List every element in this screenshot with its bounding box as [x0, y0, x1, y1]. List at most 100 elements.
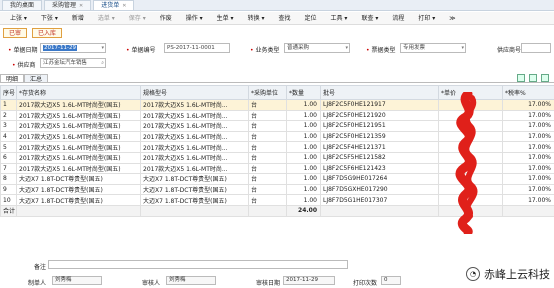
cell-name[interactable]: 大迈X7 1.8T-DCT尊贵型(国五) — [16, 183, 141, 196]
col-header-no[interactable]: 序号 — [0, 85, 17, 100]
search-icon[interactable]: ⌕ — [101, 59, 104, 67]
cell-unit[interactable]: 台 — [248, 151, 287, 164]
cell-spec[interactable]: 2017款大迈X5 1.6L-MT时尚... — [140, 120, 249, 132]
supplier-field[interactable]: 江苏金坛汽车销售 ⌕ — [40, 58, 106, 68]
col-header-name[interactable]: *存货名称 — [16, 85, 141, 100]
cell-spec[interactable]: 2017款大迈X5 1.6L-MT时尚... — [140, 99, 249, 111]
cell-unit[interactable]: 台 — [248, 120, 287, 132]
export-icon[interactable] — [517, 74, 525, 82]
cell-name[interactable]: 2017款大迈X5 1.6L-MT时尚型(国五) — [16, 151, 141, 164]
menu-item[interactable]: 作废 — [153, 12, 179, 25]
date-field[interactable]: 2017-11-29 ▾ — [40, 43, 106, 53]
cell-name[interactable]: 2017款大迈X5 1.6L-MT时尚型(国五) — [16, 130, 141, 143]
cell-no[interactable]: 10 — [0, 194, 17, 206]
cell-name[interactable]: 大迈X7 1.8T-DCT尊贵型(国五) — [16, 173, 141, 185]
cell-tax[interactable]: 17.00% — [502, 151, 554, 164]
cell-unit[interactable]: 台 — [248, 99, 287, 111]
cell-batch[interactable]: LJ8F7D5G9HE017264 — [320, 173, 439, 185]
cell-spec[interactable]: 2017款大迈X5 1.6L-MT时尚... — [140, 141, 249, 153]
cell-name[interactable]: 2017款大迈X5 1.6L-MT时尚型(国五) — [16, 99, 141, 111]
cell-batch[interactable]: LJ8F7D5GXHE017290 — [320, 183, 439, 196]
menu-item[interactable]: 操作 ▾ — [179, 12, 210, 25]
menu-item[interactable]: 查找 — [271, 12, 297, 25]
cell-unit[interactable]: 台 — [248, 130, 287, 143]
ticket-select[interactable]: 专用发票 ▾ — [400, 43, 466, 53]
cell-batch[interactable]: LJ8F2C5F0HE121917 — [320, 99, 439, 111]
col-header-unit[interactable]: *采购单位 — [248, 85, 287, 100]
cell-qty[interactable]: 1.00 — [286, 194, 321, 206]
cell-unit[interactable]: 台 — [248, 173, 287, 185]
cell-name[interactable]: 2017款大迈X5 1.6L-MT时尚型(国五) — [16, 120, 141, 132]
cell-spec[interactable]: 大迈X7 1.8T-DCT尊贵型(国五) — [140, 183, 249, 196]
cell-tax[interactable]: 17.00% — [502, 141, 554, 153]
cell-unit[interactable]: 台 — [248, 194, 287, 206]
cell-name[interactable]: 2017款大迈X5 1.6L-MT时尚型(国五) — [16, 162, 141, 175]
cell-unit[interactable]: 台 — [248, 141, 287, 153]
settings-icon[interactable] — [541, 74, 549, 82]
menu-item[interactable]: 工具 ▾ — [324, 12, 355, 25]
cell-unit[interactable]: 台 — [248, 109, 287, 122]
cell-no[interactable]: 4 — [0, 130, 17, 143]
cell-qty[interactable]: 1.00 — [286, 173, 321, 185]
cell-tax[interactable]: 17.00% — [502, 173, 554, 185]
cell-qty[interactable]: 1.00 — [286, 130, 321, 143]
cell-spec[interactable]: 2017款大迈X5 1.6L-MT时尚... — [140, 109, 249, 122]
close-icon[interactable]: ✕ — [122, 1, 126, 11]
cell-no[interactable]: 7 — [0, 162, 17, 175]
cell-no[interactable]: 2 — [0, 109, 17, 122]
cell-name[interactable]: 2017款大迈X5 1.6L-MT时尚型(国五) — [16, 141, 141, 153]
menu-item[interactable]: 保存 ▾ — [122, 12, 153, 25]
tab-desktop[interactable]: 我的桌面 — [2, 0, 43, 10]
menu-item[interactable]: 联查 ▾ — [354, 12, 385, 25]
cell-batch[interactable]: LJ8F2C5F0HE121920 — [320, 109, 439, 122]
tab-receipt[interactable]: 进货单 ✕ — [93, 0, 135, 11]
close-icon[interactable]: ✕ — [79, 1, 83, 11]
tab-detail[interactable]: 明细 — [0, 74, 25, 83]
chevron-down-icon[interactable]: ▾ — [345, 44, 348, 52]
cell-batch[interactable]: LJ8F2C5F4HE121371 — [320, 141, 439, 153]
cell-qty[interactable]: 1.00 — [286, 99, 321, 111]
supplier-no-field[interactable] — [521, 43, 551, 53]
cell-batch[interactable]: LJ8F2C5F6HE121423 — [320, 162, 439, 175]
remark-field[interactable] — [48, 260, 348, 269]
col-header-batch[interactable]: 批号 — [320, 85, 439, 100]
cell-spec[interactable]: 大迈X7 1.8T-DCT尊贵型(国五) — [140, 173, 249, 185]
cell-spec[interactable]: 2017款大迈X5 1.6L-MT时尚... — [140, 151, 249, 164]
cell-batch[interactable]: LJ8F2C5F5HE121582 — [320, 151, 439, 164]
col-header-spec[interactable]: 规格型号 — [140, 85, 249, 100]
menu-item[interactable]: 生单 ▾ — [210, 12, 241, 25]
cell-no[interactable]: 9 — [0, 183, 17, 196]
cell-qty[interactable]: 1.00 — [286, 151, 321, 164]
refresh-icon[interactable] — [529, 74, 537, 82]
cell-tax[interactable]: 17.00% — [502, 194, 554, 206]
cell-qty[interactable]: 1.00 — [286, 120, 321, 132]
biztype-select[interactable]: 普通采购 ▾ — [284, 43, 350, 53]
cell-qty[interactable]: 1.00 — [286, 109, 321, 122]
cell-no[interactable]: 6 — [0, 151, 17, 164]
cell-no[interactable]: 5 — [0, 141, 17, 153]
menu-item[interactable]: 下张 ▾ — [34, 12, 65, 25]
cell-tax[interactable]: 17.00% — [502, 99, 554, 111]
tab-purchase[interactable]: 采购管理 ✕ — [44, 0, 92, 11]
cell-no[interactable]: 8 — [0, 173, 17, 185]
cell-tax[interactable]: 17.00% — [502, 183, 554, 196]
cell-batch[interactable]: LJ8F2C5F0HE121359 — [320, 130, 439, 143]
tab-summary[interactable]: 汇总 — [24, 74, 49, 83]
cell-tax[interactable]: 17.00% — [502, 130, 554, 143]
cell-spec[interactable]: 大迈X7 1.8T-DCT尊贵型(国五) — [140, 194, 249, 206]
cell-name[interactable]: 大迈X7 1.8T-DCT尊贵型(国五) — [16, 194, 141, 206]
menu-item[interactable]: 打印 ▾ — [411, 12, 442, 25]
billno-field[interactable]: PS-2017-11-0001 — [164, 43, 230, 53]
cell-tax[interactable]: 17.00% — [502, 162, 554, 175]
menu-item[interactable]: ≫ — [442, 12, 462, 25]
cell-name[interactable]: 2017款大迈X5 1.6L-MT时尚型(国五) — [16, 109, 141, 122]
cell-qty[interactable]: 1.00 — [286, 162, 321, 175]
cell-spec[interactable]: 2017款大迈X5 1.6L-MT时尚... — [140, 162, 249, 175]
menu-item[interactable]: 选单 ▾ — [91, 12, 122, 25]
chevron-down-icon[interactable]: ▾ — [461, 44, 464, 52]
cell-tax[interactable]: 17.00% — [502, 120, 554, 132]
cell-no[interactable]: 1 — [0, 99, 17, 111]
menu-item[interactable]: 转换 ▾ — [241, 12, 272, 25]
menu-item[interactable]: 流程 — [385, 12, 411, 25]
cell-batch[interactable]: LJ8F2C5F0HE121951 — [320, 120, 439, 132]
